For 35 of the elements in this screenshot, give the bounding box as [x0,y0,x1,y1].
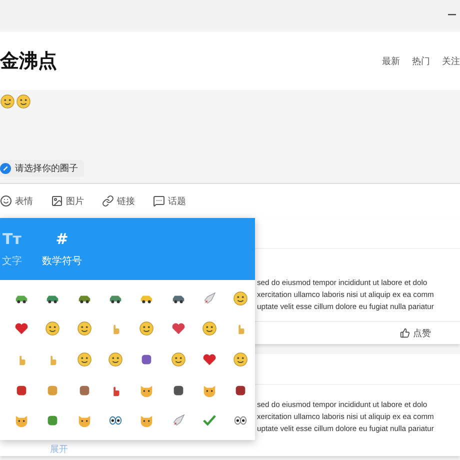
check-icon[interactable] [202,413,217,428]
link-icon [102,195,114,207]
minimize-icon[interactable] [448,14,456,16]
smiley-icon[interactable] [76,352,92,367]
heart-icon[interactable] [14,321,30,336]
nav-link[interactable]: 热门 [412,54,430,68]
smiley-icon[interactable] [0,94,15,109]
heart-icon[interactable] [202,352,217,367]
smiley-icon[interactable] [139,321,154,336]
nav-link[interactable]: 最新 [382,54,400,68]
smiley-icon[interactable] [202,321,217,336]
page-title: 金沸点 [0,49,57,74]
cat-icon[interactable] [14,413,30,428]
image-icon [51,195,63,207]
smiley-icon[interactable] [233,352,248,367]
circle-icon [0,163,11,174]
toolbar-button[interactable]: 话题 [153,194,186,208]
smiley-icon[interactable] [16,94,31,109]
circle-picker[interactable]: 请选择你的圈子 [0,160,84,177]
thumbs-up-icon [400,328,410,338]
toolbar-button[interactable]: 表情 [0,194,33,208]
smiley-icon [0,195,12,207]
cat-icon[interactable] [76,413,92,428]
toolbar-button[interactable]: 图片 [51,194,84,208]
smiley-icon[interactable] [76,321,92,336]
smiley-icon[interactable] [45,321,60,336]
comment-icon [153,195,165,207]
smiley-icon[interactable] [233,290,248,306]
like-button[interactable]: 点赞 [400,326,431,340]
heart-icon[interactable] [170,321,186,336]
cat-icon[interactable] [139,413,154,428]
smiley-icon[interactable] [108,352,124,367]
toolbar-button[interactable]: 链接 [102,194,135,208]
smiley-icon[interactable] [170,352,186,367]
nav-link[interactable]: 关注 [442,54,460,68]
